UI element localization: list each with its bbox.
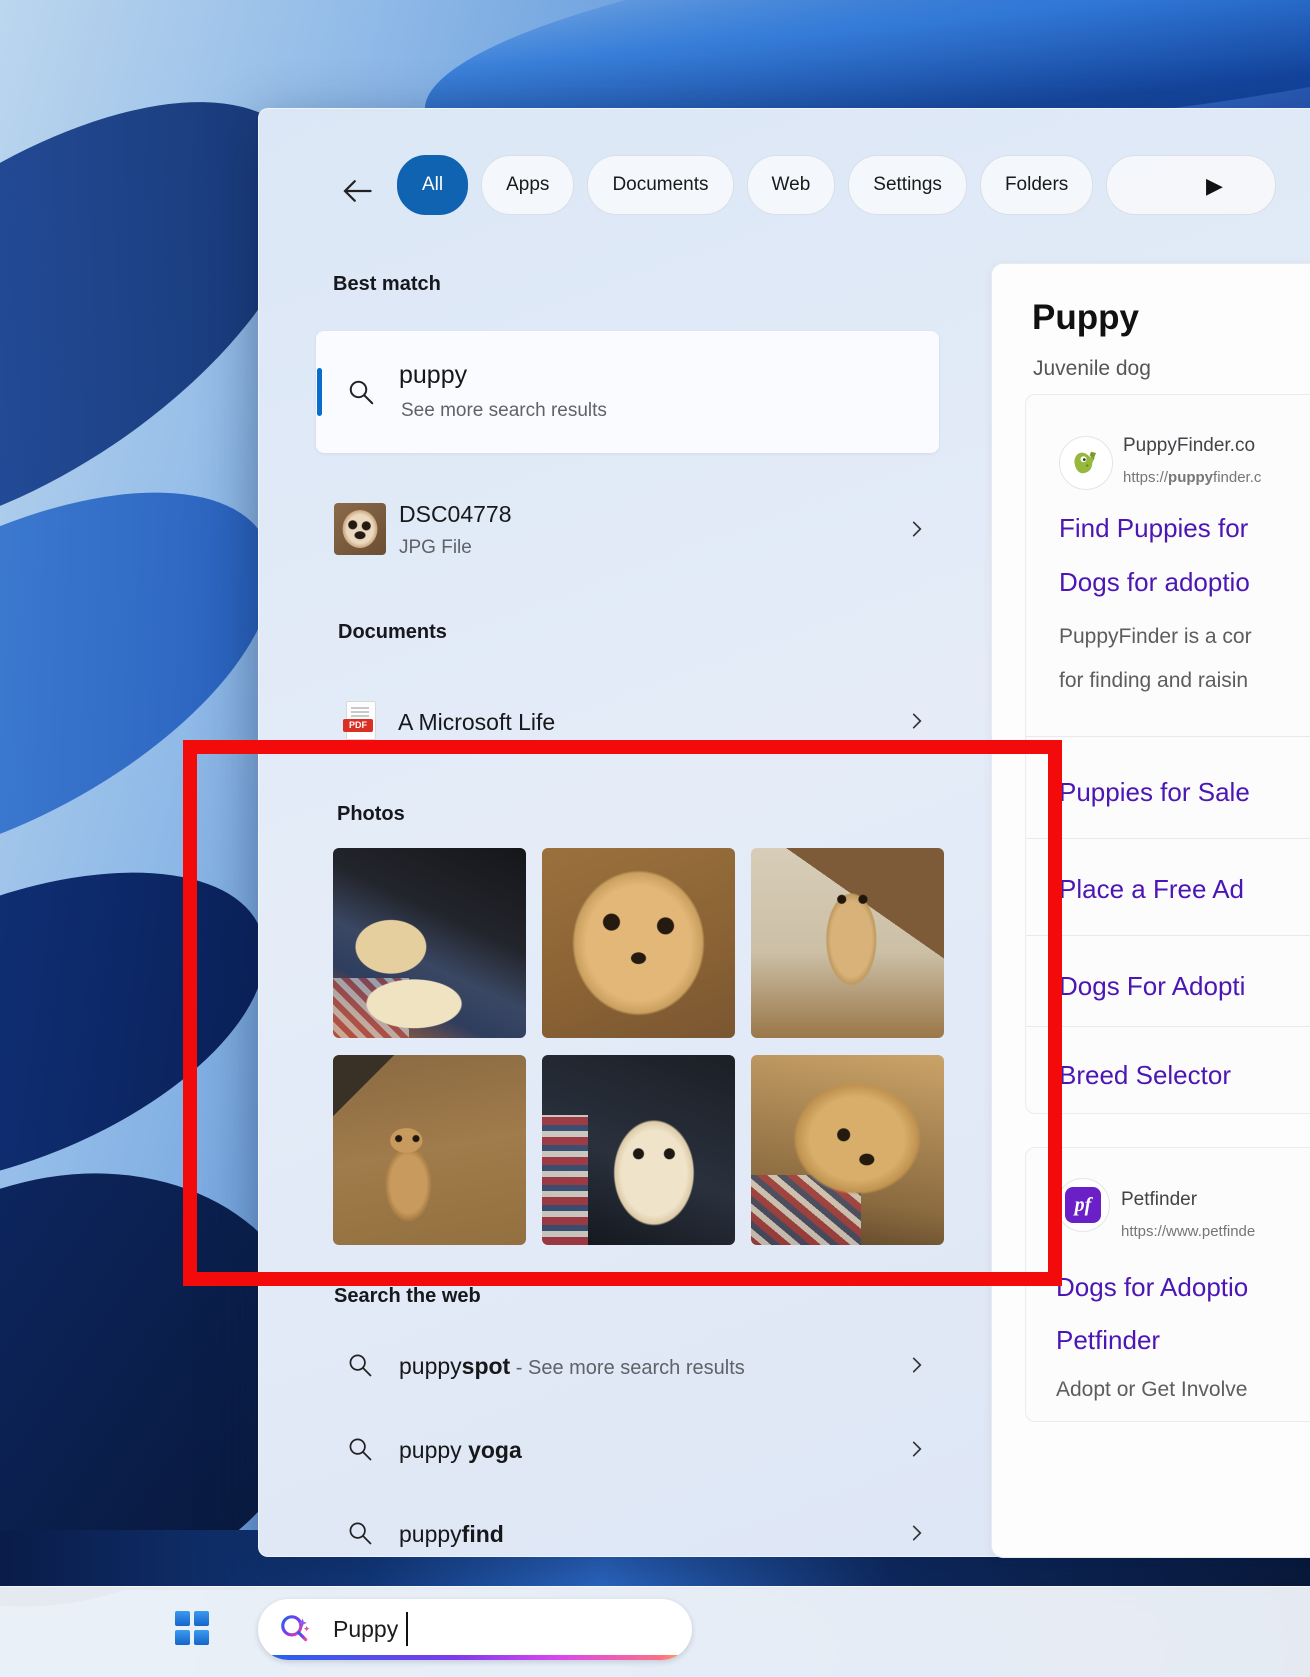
search-box-gradient-bar bbox=[268, 1655, 682, 1660]
web-result-card[interactable]: pf Petfinder https://www.petfinde Dogs f… bbox=[1025, 1147, 1310, 1422]
web-query-prefix: puppy bbox=[399, 1521, 462, 1547]
site-url: https://puppyfinder.c bbox=[1123, 469, 1261, 486]
search-flyout-window: All Apps Documents Web Settings Folders … bbox=[258, 108, 1310, 1558]
preview-title: Puppy bbox=[1032, 298, 1139, 337]
search-filter-tabs: All Apps Documents Web Settings Folders … bbox=[259, 109, 1310, 219]
taskbar: PRE T bbox=[0, 1586, 1310, 1677]
web-query-bold: find bbox=[461, 1521, 504, 1547]
search-icon bbox=[346, 377, 376, 407]
best-match-subtitle: See more search results bbox=[401, 400, 607, 421]
result-description: for finding and raisin bbox=[1059, 669, 1249, 692]
photo-thumbnail[interactable] bbox=[751, 848, 944, 1038]
tab-settings[interactable]: Settings bbox=[848, 155, 967, 215]
file-subtitle: JPG File bbox=[399, 537, 472, 558]
preview-subtitle: Juvenile dog bbox=[1033, 357, 1151, 380]
web-query-bold: yoga bbox=[468, 1437, 522, 1463]
result-link-line[interactable]: Dogs for Adoptio bbox=[1056, 1272, 1248, 1303]
tab-all[interactable]: All bbox=[397, 155, 469, 215]
petfinder-logo-icon: pf bbox=[1056, 1178, 1110, 1232]
tab-web[interactable]: Web bbox=[746, 155, 836, 215]
tab-documents[interactable]: Documents bbox=[587, 155, 734, 215]
tab-scroll-right-icon[interactable]: ▶ bbox=[1206, 173, 1223, 199]
result-description: PuppyFinder is a cor bbox=[1059, 625, 1252, 648]
divider bbox=[1026, 838, 1310, 839]
chevron-right-icon[interactable] bbox=[907, 1523, 927, 1543]
chevron-right-icon[interactable] bbox=[907, 1355, 927, 1375]
file-title: DSC04778 bbox=[399, 501, 512, 527]
result-link-line[interactable]: Dogs for adoptio bbox=[1059, 567, 1250, 598]
petfinder-logo-text: pf bbox=[1065, 1187, 1101, 1223]
photos-heading: Photos bbox=[337, 803, 405, 825]
web-query-bold: spot bbox=[461, 1353, 511, 1379]
web-query-prefix: puppy bbox=[399, 1437, 469, 1463]
photo-thumbnail[interactable] bbox=[542, 1055, 735, 1245]
selection-accent-bar bbox=[317, 368, 322, 416]
chevron-right-icon[interactable] bbox=[907, 519, 927, 539]
site-link-dogs-for-adoption[interactable]: Dogs For Adopti bbox=[1059, 971, 1245, 1002]
url-part: finder.c bbox=[1213, 469, 1262, 486]
result-link-line[interactable]: Find Puppies for bbox=[1059, 513, 1248, 544]
taskbar-search-box[interactable] bbox=[258, 1599, 692, 1660]
start-button-icon[interactable] bbox=[175, 1611, 209, 1645]
photo-thumbnail[interactable] bbox=[333, 1055, 526, 1245]
file-thumbnail bbox=[334, 503, 386, 555]
divider bbox=[1026, 1026, 1310, 1027]
divider bbox=[1026, 736, 1310, 737]
url-part-bold: puppy bbox=[1168, 469, 1214, 486]
pdf-file-icon: PDF bbox=[343, 701, 376, 740]
tab-folders[interactable]: Folders bbox=[979, 155, 1094, 215]
photo-thumbnail[interactable] bbox=[333, 848, 526, 1038]
chevron-right-icon[interactable] bbox=[907, 1439, 927, 1459]
document-title: A Microsoft Life bbox=[398, 709, 556, 735]
site-name: Petfinder bbox=[1121, 1189, 1198, 1210]
desktop-screen: All Apps Documents Web Settings Folders … bbox=[0, 0, 1310, 1677]
back-arrow-icon[interactable] bbox=[339, 173, 375, 209]
search-the-web-heading: Search the web bbox=[334, 1285, 481, 1307]
best-match-result[interactable]: puppy See more search results bbox=[316, 331, 939, 453]
puppyfinder-logo-icon bbox=[1059, 436, 1113, 490]
result-description: Adopt or Get Involve bbox=[1056, 1378, 1248, 1401]
best-match-heading: Best match bbox=[333, 273, 441, 295]
site-link-breed-selector[interactable]: Breed Selector bbox=[1059, 1060, 1231, 1091]
search-icon bbox=[346, 1435, 374, 1463]
best-match-title: puppy bbox=[399, 361, 468, 389]
search-icon bbox=[346, 1519, 374, 1547]
site-link-place-free-ad[interactable]: Place a Free Ad bbox=[1059, 874, 1244, 905]
documents-heading: Documents bbox=[338, 621, 447, 643]
site-link-puppies-for-sale[interactable]: Puppies for Sale bbox=[1059, 777, 1250, 808]
chevron-right-icon[interactable] bbox=[907, 711, 927, 731]
divider bbox=[1026, 935, 1310, 936]
search-icon bbox=[346, 1351, 374, 1379]
tab-apps[interactable]: Apps bbox=[481, 155, 575, 215]
photo-thumbnail[interactable] bbox=[542, 848, 735, 1038]
web-result-card[interactable]: PuppyFinder.co https://puppyfinder.c Fin… bbox=[1025, 394, 1310, 1114]
tab-partial[interactable] bbox=[1106, 155, 1277, 215]
search-preview-panel: Puppy Juvenile dog PuppyFinder.co https:… bbox=[991, 263, 1310, 1558]
web-query-suffix: - See more search results bbox=[510, 1357, 745, 1379]
taskbar-search-input[interactable] bbox=[333, 1611, 633, 1647]
text-caret bbox=[406, 1612, 408, 1646]
web-query-prefix: puppy bbox=[399, 1353, 462, 1379]
site-name: PuppyFinder.co bbox=[1123, 435, 1256, 456]
site-url: https://www.petfinde bbox=[1121, 1223, 1256, 1240]
photo-thumbnail[interactable] bbox=[751, 1055, 944, 1245]
url-part: https:// bbox=[1123, 469, 1169, 486]
pdf-badge: PDF bbox=[343, 719, 373, 732]
bing-search-icon bbox=[278, 1612, 312, 1646]
result-link-line[interactable]: Petfinder bbox=[1056, 1325, 1160, 1356]
